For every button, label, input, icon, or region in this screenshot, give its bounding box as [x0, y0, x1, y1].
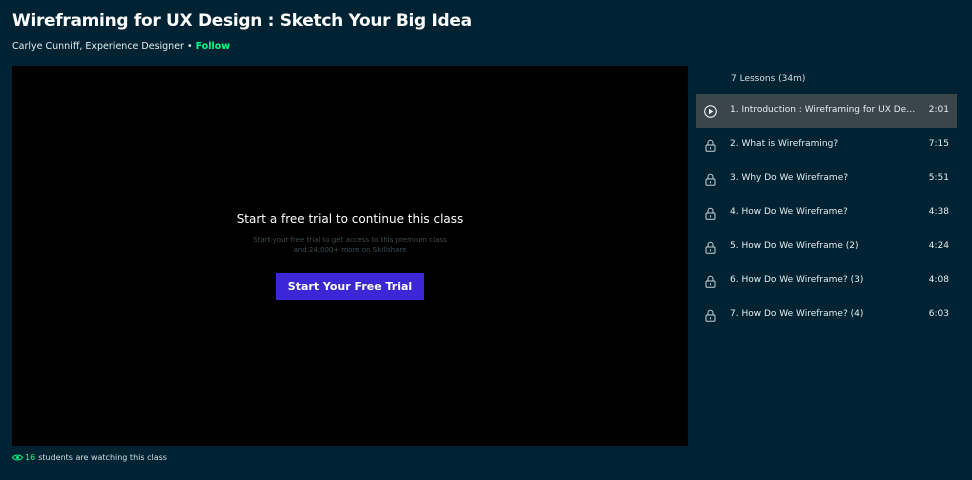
- lesson-duration: 7:15: [928, 139, 949, 149]
- lesson-item[interactable]: 4. How Do We Wireframe? 4:38: [696, 196, 957, 230]
- watching-text: students are watching this class: [38, 453, 167, 462]
- lesson-item[interactable]: 3. Why Do We Wireframe? 5:51: [696, 162, 957, 196]
- lesson-duration: 6:03: [928, 309, 949, 319]
- lesson-list: 1. Introduction : Wireframing for UX Des…: [696, 94, 957, 332]
- course-page: Wireframing for UX Design : Sketch Your …: [0, 0, 972, 480]
- lesson-item[interactable]: 5. How Do We Wireframe (2) 4:24: [696, 230, 957, 264]
- lesson-title: 6. How Do We Wireframe? (3): [730, 275, 864, 285]
- lesson-title: 2. What is Wireframing?: [730, 139, 839, 149]
- lesson-item[interactable]: 6. How Do We Wireframe? (3) 4:08: [696, 264, 957, 298]
- trial-subtitle: Start your free trial to get access to t…: [253, 236, 447, 254]
- lesson-duration: 4:08: [928, 275, 949, 285]
- lock-icon: [704, 139, 717, 152]
- lesson-item[interactable]: 2. What is Wireframing? 7:15: [696, 128, 957, 162]
- lesson-title: 7. How Do We Wireframe? (4): [730, 309, 864, 319]
- byline-separator: •: [186, 41, 193, 52]
- lesson-duration: 5:51: [928, 173, 949, 183]
- lock-icon: [704, 241, 717, 254]
- lock-icon: [704, 173, 717, 186]
- follow-button[interactable]: Follow: [196, 41, 230, 52]
- lesson-duration: 4:38: [928, 207, 949, 217]
- lesson-duration: 2:01: [928, 105, 949, 115]
- lesson-title: 3. Why Do We Wireframe?: [730, 173, 849, 183]
- instructor-name[interactable]: Carlye Cunniff, Experience Designer: [12, 41, 184, 52]
- trial-title: Start a free trial to continue this clas…: [236, 212, 464, 226]
- watching-count: 16: [25, 453, 36, 462]
- lesson-item[interactable]: 1. Introduction : Wireframing for UX Des…: [696, 94, 957, 128]
- lock-icon: [704, 207, 717, 220]
- lessons-header: 7 Lessons (34m): [731, 74, 806, 84]
- lesson-duration: 4:24: [928, 241, 949, 251]
- start-free-trial-button[interactable]: Start Your Free Trial: [276, 273, 424, 300]
- instructor-byline: Carlye Cunniff, Experience Designer • Foll…: [12, 41, 230, 52]
- lesson-item[interactable]: 7. How Do We Wireframe? (4) 6:03: [696, 298, 957, 332]
- lesson-title: 5. How Do We Wireframe (2): [730, 241, 859, 251]
- video-player[interactable]: Start a free trial to continue this clas…: [12, 66, 688, 446]
- lesson-title: 1. Introduction : Wireframing for UX Des…: [730, 105, 916, 115]
- lesson-title: 4. How Do We Wireframe?: [730, 207, 848, 217]
- eye-icon: [12, 454, 23, 461]
- course-title: Wireframing for UX Design : Sketch Your …: [12, 11, 472, 31]
- lock-icon: [704, 309, 717, 322]
- watching-indicator: 16 students are watching this class: [12, 453, 167, 462]
- lock-icon: [704, 275, 717, 288]
- play-icon: [704, 105, 717, 118]
